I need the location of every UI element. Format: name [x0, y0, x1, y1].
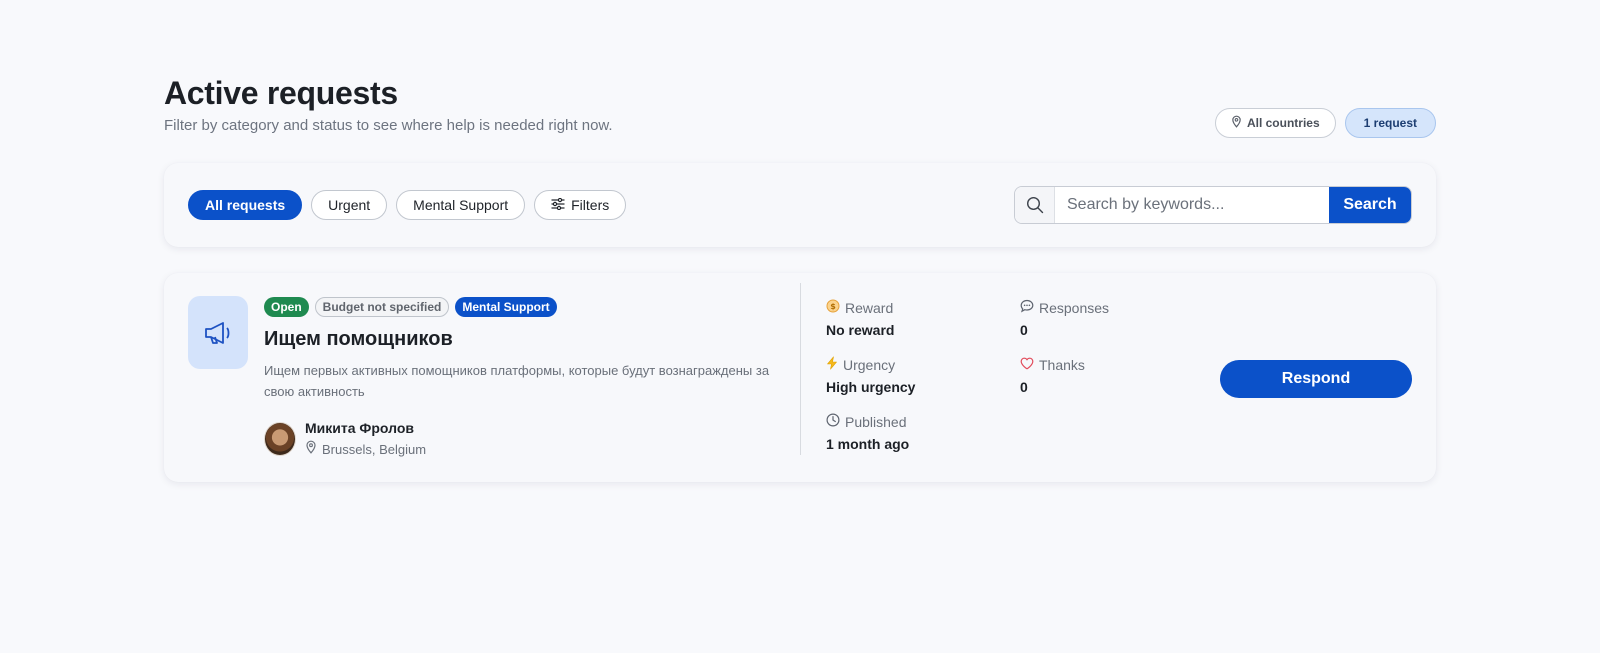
- page-header: Active requests Filter by category and s…: [164, 74, 1436, 144]
- request-description: Ищем первых активных помощников платформ…: [264, 363, 770, 399]
- request-main: Open Budget not specified Mental Support…: [264, 297, 794, 459]
- filter-pills: All requests Urgent Mental Support Filte…: [188, 190, 627, 220]
- search-box: Search: [1014, 186, 1412, 224]
- sliders-icon: [551, 197, 565, 213]
- stat-urgency: Urgency High urgency: [826, 356, 1006, 396]
- stat-published: Published 1 month ago: [826, 413, 1006, 453]
- author-name[interactable]: Микита Фролов: [305, 419, 426, 437]
- location-pin-icon: [1231, 115, 1242, 131]
- coin-icon: $: [826, 299, 840, 317]
- stat-published-label: Published: [845, 414, 907, 430]
- heart-icon: [1020, 356, 1034, 374]
- filters-button-label: Filters: [571, 197, 610, 213]
- request-author: Микита Фролов Brussels, Belgium: [264, 419, 794, 459]
- avatar[interactable]: [264, 422, 296, 456]
- budget-badge: Budget not specified: [314, 297, 450, 317]
- request-count-badge: 1 request: [1344, 108, 1436, 138]
- lightning-icon: [826, 356, 838, 374]
- stat-published-value: 1 month ago: [826, 436, 910, 452]
- stat-thanks: Thanks 0: [1020, 356, 1200, 396]
- author-location: Brussels, Belgium: [305, 440, 426, 459]
- author-info: Микита Фролов Brussels, Belgium: [305, 419, 426, 459]
- country-filter-label: All countries: [1246, 116, 1320, 130]
- stat-thanks-label: Thanks: [1039, 357, 1085, 373]
- filter-mental-support-label: Mental Support: [413, 197, 509, 213]
- stat-responses-value: 0: [1020, 322, 1028, 338]
- search-input[interactable]: [1055, 187, 1329, 223]
- search-button[interactable]: Search: [1329, 187, 1411, 223]
- search-icon: [1015, 187, 1055, 223]
- card-divider: [800, 283, 801, 455]
- author-location-text: Brussels, Belgium: [322, 441, 427, 457]
- filter-mental-support[interactable]: Mental Support: [396, 190, 526, 220]
- category-badge: Mental Support: [455, 297, 557, 317]
- page-title: Active requests: [164, 75, 398, 111]
- location-pin-icon: [305, 440, 317, 459]
- clock-icon: [826, 413, 840, 431]
- request-badges: Open Budget not specified Mental Support: [264, 297, 794, 317]
- filter-all-requests[interactable]: All requests: [188, 190, 303, 220]
- stat-urgency-label: Urgency: [843, 357, 896, 373]
- stat-urgency-value: High urgency: [826, 379, 916, 395]
- request-card: Open Budget not specified Mental Support…: [164, 273, 1436, 482]
- megaphone-icon: [188, 296, 248, 369]
- header-chips: All countries 1 request: [1214, 108, 1436, 138]
- status-badge: Open: [264, 297, 309, 317]
- respond-button[interactable]: Respond: [1220, 360, 1412, 398]
- chat-bubble-icon: [1020, 299, 1034, 317]
- stat-reward-value: No reward: [826, 322, 895, 338]
- filter-urgent-label: Urgent: [328, 197, 371, 213]
- request-title[interactable]: Ищем помощников: [264, 327, 794, 351]
- stat-responses: Responses 0: [1020, 299, 1200, 339]
- filter-urgent[interactable]: Urgent: [311, 190, 388, 220]
- filters-button[interactable]: Filters: [534, 190, 627, 220]
- stat-reward-label: Reward: [845, 300, 894, 316]
- svg-text:$: $: [830, 302, 836, 311]
- country-filter-chip[interactable]: All countries: [1214, 108, 1336, 138]
- stat-thanks-value: 0: [1020, 379, 1028, 395]
- stat-reward: $ Reward No reward: [826, 299, 1006, 339]
- filter-bar: All requests Urgent Mental Support Filte…: [164, 163, 1436, 247]
- stat-responses-label: Responses: [1039, 300, 1110, 316]
- filter-all-requests-label: All requests: [205, 197, 286, 213]
